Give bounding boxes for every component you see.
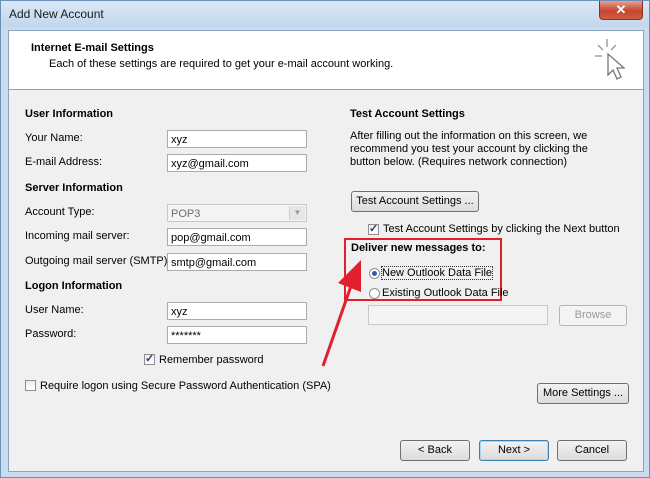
incoming-server-label: Incoming mail server: <box>25 230 130 242</box>
remember-password-checkbox[interactable] <box>144 352 155 365</box>
header-subtitle: Each of these settings are required to g… <box>49 58 394 70</box>
wizard-header: Internet E-mail Settings Each of these s… <box>9 31 643 90</box>
data-file-path-input <box>368 305 548 325</box>
remember-password-label: Remember password <box>159 354 264 366</box>
header-title: Internet E-mail Settings <box>31 42 154 54</box>
password-label: Password: <box>25 328 77 340</box>
next-button[interactable]: Next > <box>479 440 549 461</box>
logon-info-heading: Logon Information <box>25 280 123 292</box>
incoming-server-input[interactable]: pop@gmail.com <box>167 228 307 246</box>
cancel-button[interactable]: Cancel <box>557 440 627 461</box>
existing-data-file-label[interactable]: Existing Outlook Data File <box>382 287 509 299</box>
outgoing-server-label: Outgoing mail server (SMTP): <box>25 255 171 267</box>
user-info-heading: User Information <box>25 108 114 120</box>
annotation-arrow-icon <box>321 260 361 367</box>
cursor-sparkle-icon <box>595 39 626 80</box>
add-account-window: Add New Account ✕ Internet E-mail Settin… <box>0 0 650 478</box>
test-account-settings-button[interactable]: Test Account Settings ... <box>351 191 479 212</box>
username-input[interactable]: xyz <box>167 302 307 320</box>
name-input[interactable]: xyz <box>167 130 307 148</box>
dialog-body: Internet E-mail Settings Each of these s… <box>8 30 644 472</box>
account-type-value: POP3 <box>171 208 201 220</box>
new-data-file-label[interactable]: New Outlook Data File <box>380 266 494 280</box>
title-bar[interactable]: Add New Account ✕ <box>1 1 649 27</box>
spa-checkbox[interactable] <box>25 380 36 391</box>
existing-data-file-radio[interactable] <box>369 288 380 299</box>
test-by-next-label: Test Account Settings by clicking the Ne… <box>383 223 620 235</box>
window-title: Add New Account <box>9 7 104 21</box>
more-settings-button[interactable]: More Settings ... <box>537 383 629 404</box>
account-type-select: POP3 ▼ <box>167 204 307 222</box>
test-settings-description: After filling out the information on thi… <box>350 130 588 168</box>
email-label: E-mail Address: <box>25 156 103 168</box>
account-type-label: Account Type: <box>25 206 95 218</box>
close-button[interactable]: ✕ <box>599 1 643 20</box>
name-label: Your Name: <box>25 132 83 144</box>
password-input[interactable]: ******* <box>167 326 307 344</box>
chevron-down-icon: ▼ <box>289 206 305 220</box>
browse-button: Browse <box>559 305 627 326</box>
deliver-heading: Deliver new messages to: <box>351 242 486 254</box>
test-settings-heading: Test Account Settings <box>350 108 465 120</box>
outgoing-server-input[interactable]: smtp@gmail.com <box>167 253 307 271</box>
test-by-next-checkbox[interactable] <box>368 222 379 235</box>
email-input[interactable]: xyz@gmail.com <box>167 154 307 172</box>
server-info-heading: Server Information <box>25 182 123 194</box>
new-data-file-radio[interactable] <box>369 268 380 279</box>
username-label: User Name: <box>25 304 84 316</box>
back-button[interactable]: < Back <box>400 440 470 461</box>
spa-label: Require logon using Secure Password Auth… <box>40 380 331 392</box>
